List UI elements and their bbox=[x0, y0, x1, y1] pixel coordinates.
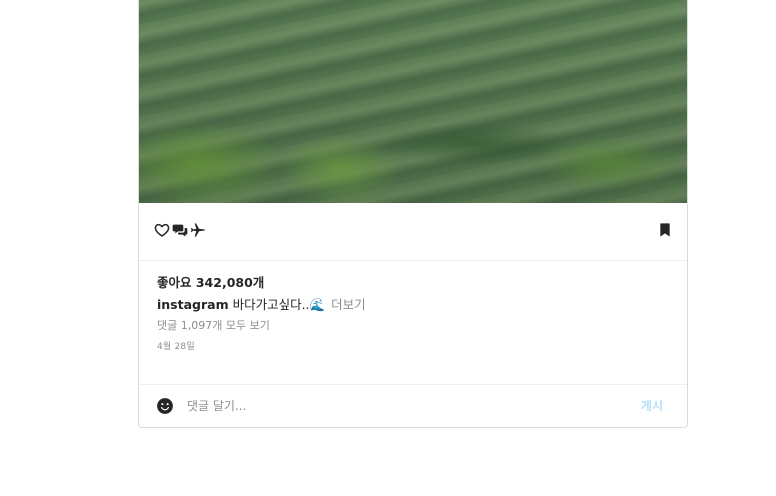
heart-icon[interactable] bbox=[154, 222, 170, 238]
post-comment-button[interactable]: 게시 bbox=[641, 397, 663, 414]
more-link[interactable]: 더보기 bbox=[331, 297, 366, 312]
smiley-icon[interactable] bbox=[156, 397, 174, 415]
caption-username[interactable]: instagram bbox=[157, 297, 229, 312]
caption-text: 바다가고싶다.. bbox=[228, 297, 310, 312]
post-date: 4월 28일 bbox=[157, 342, 195, 352]
comment-bar: 게시 bbox=[139, 384, 687, 427]
post-caption: instagram 바다가고싶다..🌊 더보기 bbox=[157, 296, 677, 314]
share-icon[interactable] bbox=[190, 222, 206, 238]
post-photo[interactable] bbox=[139, 0, 687, 203]
post-card: 좋아요 342,080개 instagram 바다가고싶다..🌊 더보기 댓글 1… bbox=[138, 0, 688, 428]
bookmark-icon[interactable] bbox=[657, 222, 673, 238]
comment-icon[interactable] bbox=[172, 222, 188, 238]
post-info: 좋아요 342,080개 instagram 바다가고싶다..🌊 더보기 댓글 1… bbox=[157, 274, 677, 354]
wave-emoji: 🌊 bbox=[309, 297, 326, 312]
photo-shade bbox=[139, 0, 687, 203]
comment-input[interactable] bbox=[187, 394, 607, 418]
likes-count[interactable]: 좋아요 342,080개 bbox=[157, 274, 677, 292]
post-actions-bar bbox=[139, 203, 687, 261]
view-all-comments-link[interactable]: 댓글 1,097개 모두 보기 bbox=[157, 318, 677, 334]
